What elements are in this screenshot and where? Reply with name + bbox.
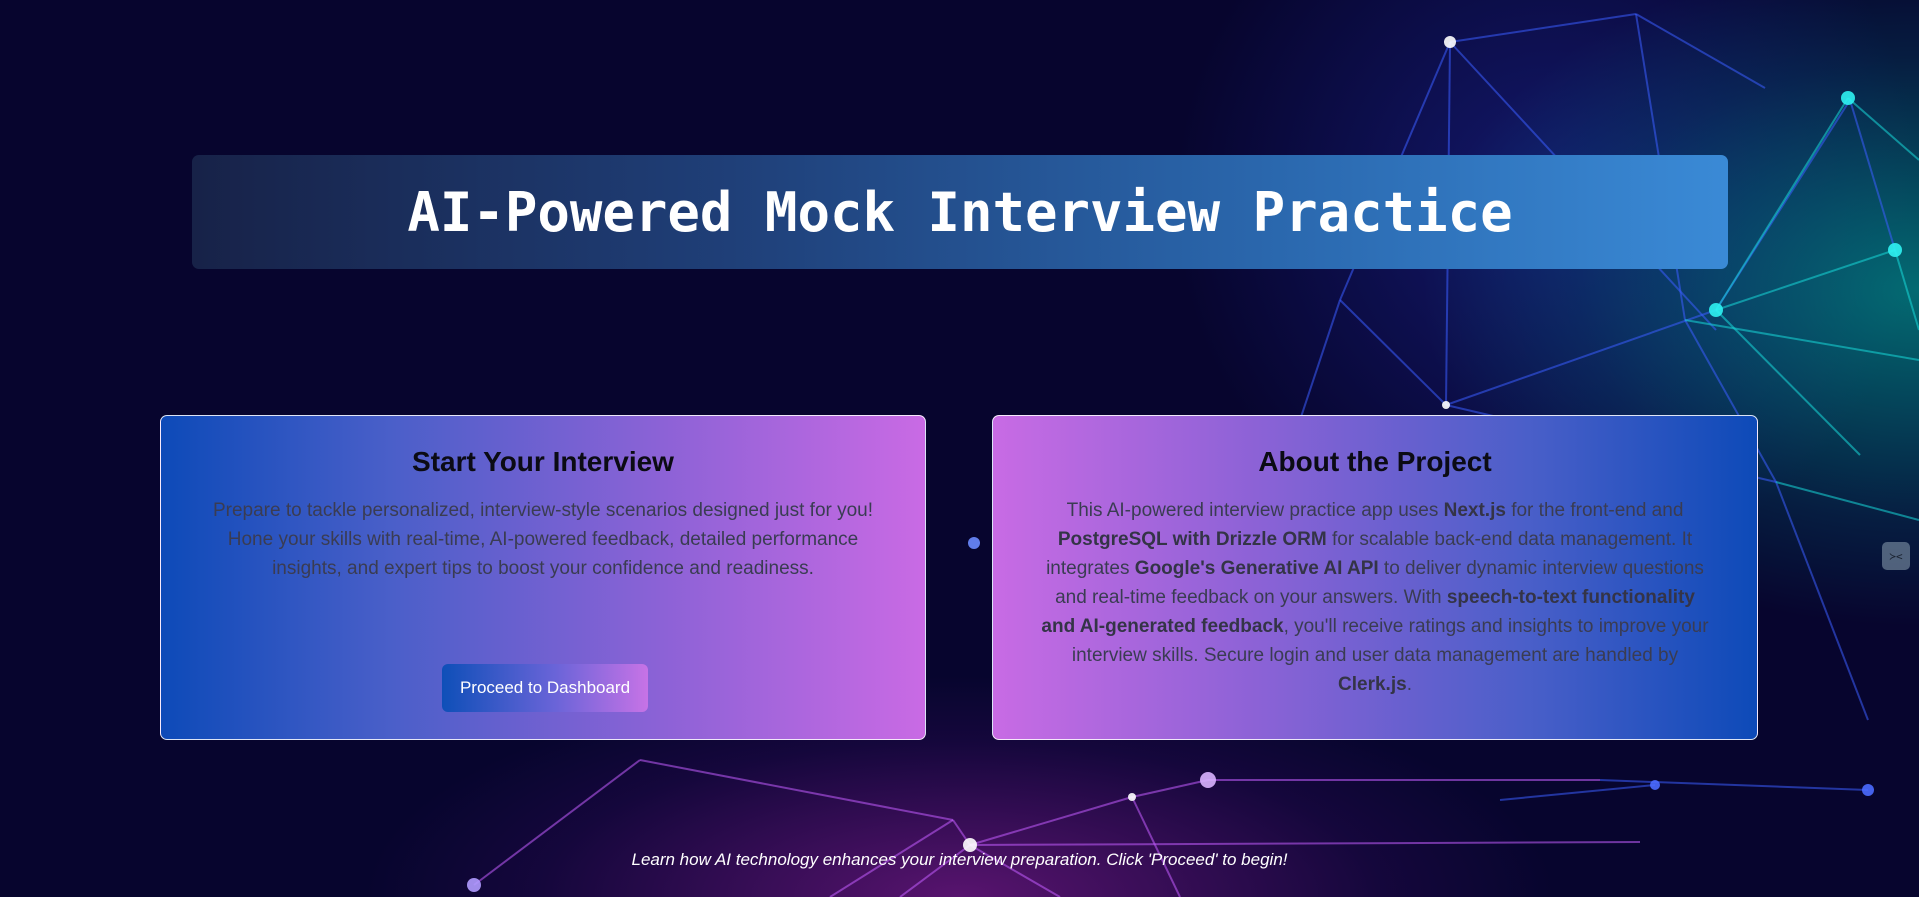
about-project-card: About the Project This AI-powered interv… <box>992 415 1758 740</box>
page-title: AI-Powered Mock Interview Practice <box>407 180 1513 244</box>
start-card-description: Prepare to tackle personalized, intervie… <box>212 500 874 579</box>
about-text-segment: This AI-powered interview practice app u… <box>1066 500 1444 521</box>
about-text-segment: for the front-end and <box>1505 500 1684 521</box>
footer-note: Learn how AI technology enhances your in… <box>631 850 1288 869</box>
about-card-description: This AI-powered interview practice app u… <box>1037 496 1713 699</box>
about-text-bold-segment: PostgreSQL with Drizzle ORM <box>1057 529 1327 550</box>
extension-icon[interactable]: ≻< <box>1882 542 1910 570</box>
about-text-bold-segment: Google's Generative AI API <box>1134 558 1379 579</box>
title-banner: AI-Powered Mock Interview Practice <box>192 155 1728 269</box>
about-card-heading: About the Project <box>1258 446 1492 477</box>
about-text-bold-segment: Next.js <box>1443 500 1506 521</box>
about-text-segment: . <box>1406 674 1412 695</box>
about-text-bold-segment: Clerk.js <box>1338 674 1407 695</box>
start-card-heading: Start Your Interview <box>412 446 674 477</box>
proceed-to-dashboard-button[interactable]: Proceed to Dashboard <box>442 664 648 712</box>
start-interview-card: Start Your Interview Prepare to tackle p… <box>160 415 926 740</box>
